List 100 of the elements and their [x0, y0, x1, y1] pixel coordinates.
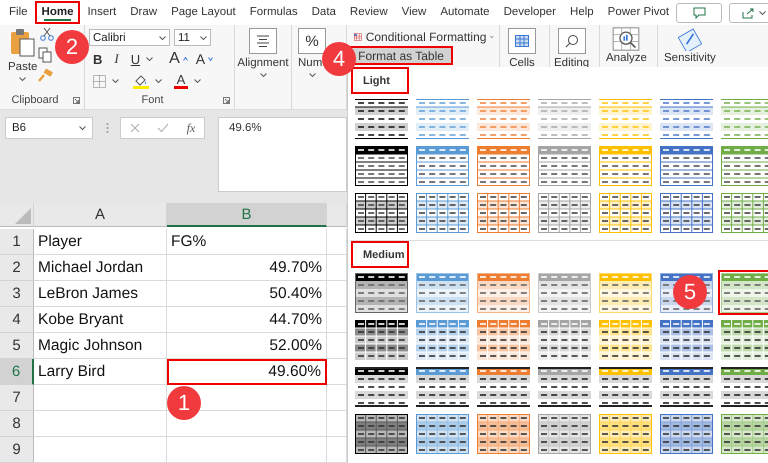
table-style-option[interactable]: [413, 317, 471, 362]
format-as-table-button[interactable]: Format as Table: [349, 46, 453, 65]
table-style-option[interactable]: [657, 411, 715, 456]
search-icon[interactable]: [558, 28, 586, 54]
table-style-option[interactable]: [352, 270, 410, 315]
table-style-option[interactable]: [718, 411, 768, 456]
table-style-option[interactable]: [596, 411, 654, 456]
row-header[interactable]: 4: [0, 307, 34, 333]
copy-icon[interactable]: [38, 47, 52, 63]
table-style-option[interactable]: [657, 364, 715, 409]
caret-icon: [194, 79, 201, 83]
table-style-option[interactable]: [474, 364, 532, 409]
fill-color-icon[interactable]: [133, 73, 149, 89]
table-style-option[interactable]: [413, 411, 471, 456]
ribbon-tab[interactable]: Power Pivot: [600, 1, 676, 24]
caret-icon: [146, 57, 154, 61]
cells-icon[interactable]: [508, 28, 536, 54]
group-label: Font: [140, 94, 164, 106]
editing-label[interactable]: Editing: [554, 57, 590, 70]
italic-button[interactable]: I: [114, 51, 119, 67]
section-heading: Medium: [351, 241, 409, 268]
analyze-label[interactable]: Analyze: [606, 52, 647, 65]
row-header[interactable]: 9: [0, 437, 34, 463]
table-style-option[interactable]: [413, 364, 471, 409]
row-header[interactable]: 2: [0, 255, 34, 281]
table-style-option[interactable]: [596, 190, 654, 235]
table-style-option[interactable]: [718, 364, 768, 409]
decrease-font-size-button[interactable]: A: [196, 51, 214, 67]
ribbon-tab[interactable]: Developer: [496, 1, 564, 24]
ribbon-tab[interactable]: Review: [342, 1, 395, 24]
borders-icon[interactable]: [93, 74, 106, 88]
table-style-option[interactable]: [352, 317, 410, 362]
table-style-option[interactable]: [596, 317, 654, 362]
paste-icon[interactable]: [8, 28, 37, 58]
scissors-icon[interactable]: [40, 27, 54, 41]
ribbon-tab[interactable]: File: [2, 1, 35, 24]
row-header[interactable]: 6: [0, 359, 34, 385]
table-style-option[interactable]: [474, 190, 532, 235]
analyze-icon[interactable]: [612, 27, 640, 51]
table-style-option[interactable]: [413, 190, 471, 235]
row-header[interactable]: 1: [0, 229, 34, 255]
table-style-option[interactable]: [352, 411, 410, 456]
table-style-option[interactable]: [657, 190, 715, 235]
table-style-option[interactable]: [535, 317, 593, 362]
table-cell: 49.60%: [167, 359, 327, 385]
insert-function-button[interactable]: fx: [186, 120, 196, 136]
ribbon-tab[interactable]: Formulas: [242, 1, 305, 24]
sensitivity-label[interactable]: Sensitivity: [664, 52, 716, 65]
formula-input[interactable]: 49.6%: [218, 117, 347, 192]
table-style-option[interactable]: [352, 96, 410, 141]
section-heading: Light: [351, 67, 409, 94]
share-button[interactable]: [729, 2, 768, 22]
table-style-option[interactable]: [352, 190, 410, 235]
font-size-field[interactable]: 11: [174, 29, 211, 46]
alignment-label[interactable]: Alignment: [237, 57, 289, 70]
alignment-icon[interactable]: [249, 28, 277, 54]
column-header[interactable]: B: [167, 203, 327, 227]
table-style-option[interactable]: [718, 317, 768, 362]
percent-button[interactable]: %: [298, 28, 326, 54]
ribbon-tab[interactable]: Page Layout: [164, 1, 243, 24]
dialog-launcher-icon[interactable]: [73, 97, 80, 104]
share-icon: [742, 6, 756, 18]
number-label[interactable]: Num: [298, 57, 322, 70]
ribbon-tab[interactable]: Draw: [123, 1, 164, 24]
caret-icon: [159, 36, 166, 40]
group-label: Clipboard: [10, 94, 60, 106]
row-header[interactable]: 3: [0, 281, 34, 307]
table-style-option[interactable]: [474, 317, 532, 362]
row-header[interactable]: 5: [0, 333, 34, 359]
ribbon-tab[interactable]: Automate: [433, 1, 497, 24]
increase-font-size-button[interactable]: A: [169, 50, 188, 68]
color-bar-icon: [174, 86, 188, 89]
caret-icon: [112, 79, 119, 83]
ribbon-tab[interactable]: View: [394, 1, 434, 24]
underline-button[interactable]: U: [130, 52, 140, 66]
bold-button[interactable]: B: [93, 52, 102, 66]
table-style-option[interactable]: [718, 190, 768, 235]
ribbon-tab[interactable]: Insert: [80, 1, 124, 24]
cells-label[interactable]: Cells: [509, 57, 535, 70]
dialog-launcher-icon[interactable]: [223, 97, 230, 104]
table-style-option[interactable]: [352, 364, 410, 409]
row-header[interactable]: 7: [0, 385, 34, 411]
row-header[interactable]: 8: [0, 411, 34, 437]
ribbon-tab[interactable]: Data: [304, 1, 343, 24]
ribbon-tab[interactable]: Home: [34, 1, 80, 24]
font-color-button[interactable]: A: [174, 73, 188, 89]
column-header[interactable]: A: [34, 203, 167, 227]
font-name-field[interactable]: Calibri: [89, 29, 170, 46]
table-style-option[interactable]: [535, 364, 593, 409]
table-style-option[interactable]: [535, 190, 593, 235]
name-box[interactable]: B6: [5, 117, 93, 139]
table-style-option[interactable]: [474, 411, 532, 456]
paste-label[interactable]: Paste: [8, 61, 38, 74]
check-icon[interactable]: [157, 123, 170, 133]
ribbon-tab[interactable]: Help: [563, 1, 601, 24]
drag-handle-icon[interactable]: [106, 122, 109, 134]
table-style-option[interactable]: [657, 317, 715, 362]
table-style-option[interactable]: [596, 364, 654, 409]
comment-button[interactable]: [676, 2, 722, 22]
table-style-option[interactable]: [535, 411, 593, 456]
